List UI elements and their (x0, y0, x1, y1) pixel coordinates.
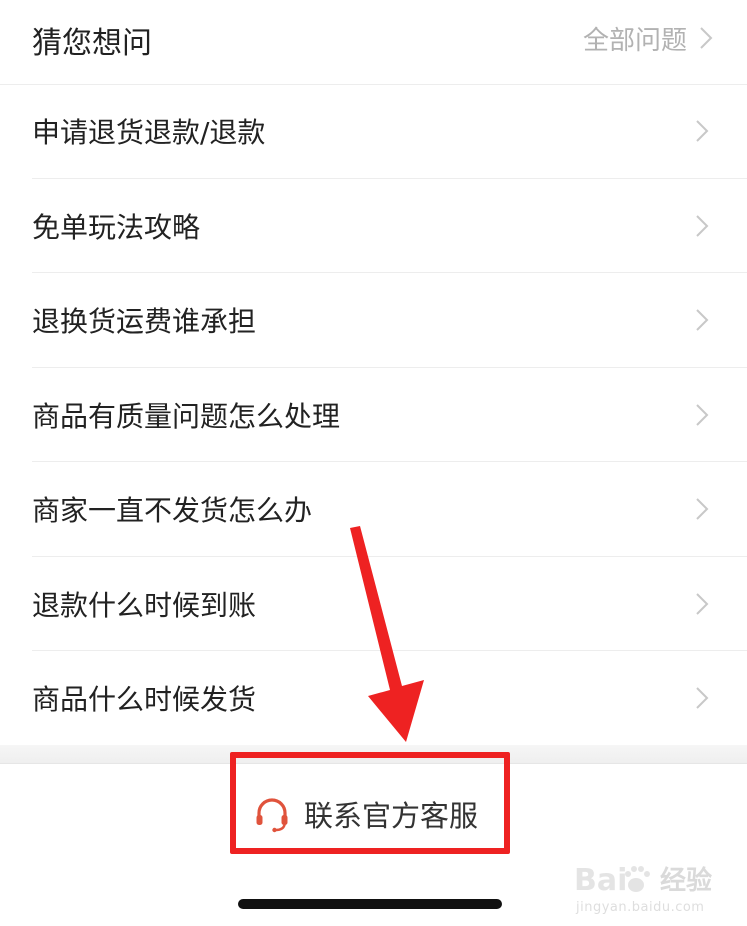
chevron-right-icon (695, 497, 709, 521)
chevron-right-icon (695, 214, 709, 238)
faq-item-label: 商家一直不发货怎么办 (32, 494, 313, 528)
faq-item-label: 免单玩法攻略 (32, 210, 201, 244)
faq-header: 猜您想问 全部问题 (0, 0, 747, 85)
chevron-right-icon (695, 308, 709, 332)
chevron-right-icon (695, 686, 709, 710)
chevron-right-icon (699, 26, 713, 50)
faq-item-quality-issue[interactable]: 商品有质量问题怎么处理 (0, 368, 747, 463)
chevron-right-icon (695, 592, 709, 616)
faq-item-refund[interactable]: 申请退货退款/退款 (0, 84, 747, 179)
all-questions-link[interactable]: 全部问题 (583, 18, 713, 58)
faq-section-title: 猜您想问 (32, 26, 152, 61)
faq-item-label: 申请退货退款/退款 (32, 116, 266, 150)
home-indicator[interactable] (238, 899, 502, 909)
chevron-right-icon (695, 119, 709, 143)
baidu-jingyan-watermark: Bai 经验 jingyan.baidu.com (574, 848, 734, 918)
watermark-url: jingyan.baidu.com (576, 900, 705, 915)
chevron-right-icon (695, 403, 709, 427)
faq-item-return-shipping[interactable]: 退换货运费谁承担 (0, 273, 747, 368)
faq-item-free-order-guide[interactable]: 免单玩法攻略 (0, 179, 747, 274)
svg-text:Bai: Bai (574, 863, 627, 898)
faq-item-label: 商品什么时候发货 (32, 683, 257, 717)
all-questions-label: 全部问题 (582, 25, 687, 56)
annotation-arrow (350, 526, 424, 742)
faq-item-label: 退换货运费谁承担 (32, 305, 257, 339)
faq-item-label: 退款什么时候到账 (32, 588, 257, 622)
faq-item-label: 商品有质量问题怎么处理 (32, 399, 341, 433)
help-center-page: 猜您想问 全部问题 申请退货退款/退款 免单玩法攻略 退换货运费谁承担 商品有质… (0, 0, 747, 926)
watermark-brand-text: 经验 (660, 866, 713, 896)
annotation-highlight-box (230, 752, 510, 854)
